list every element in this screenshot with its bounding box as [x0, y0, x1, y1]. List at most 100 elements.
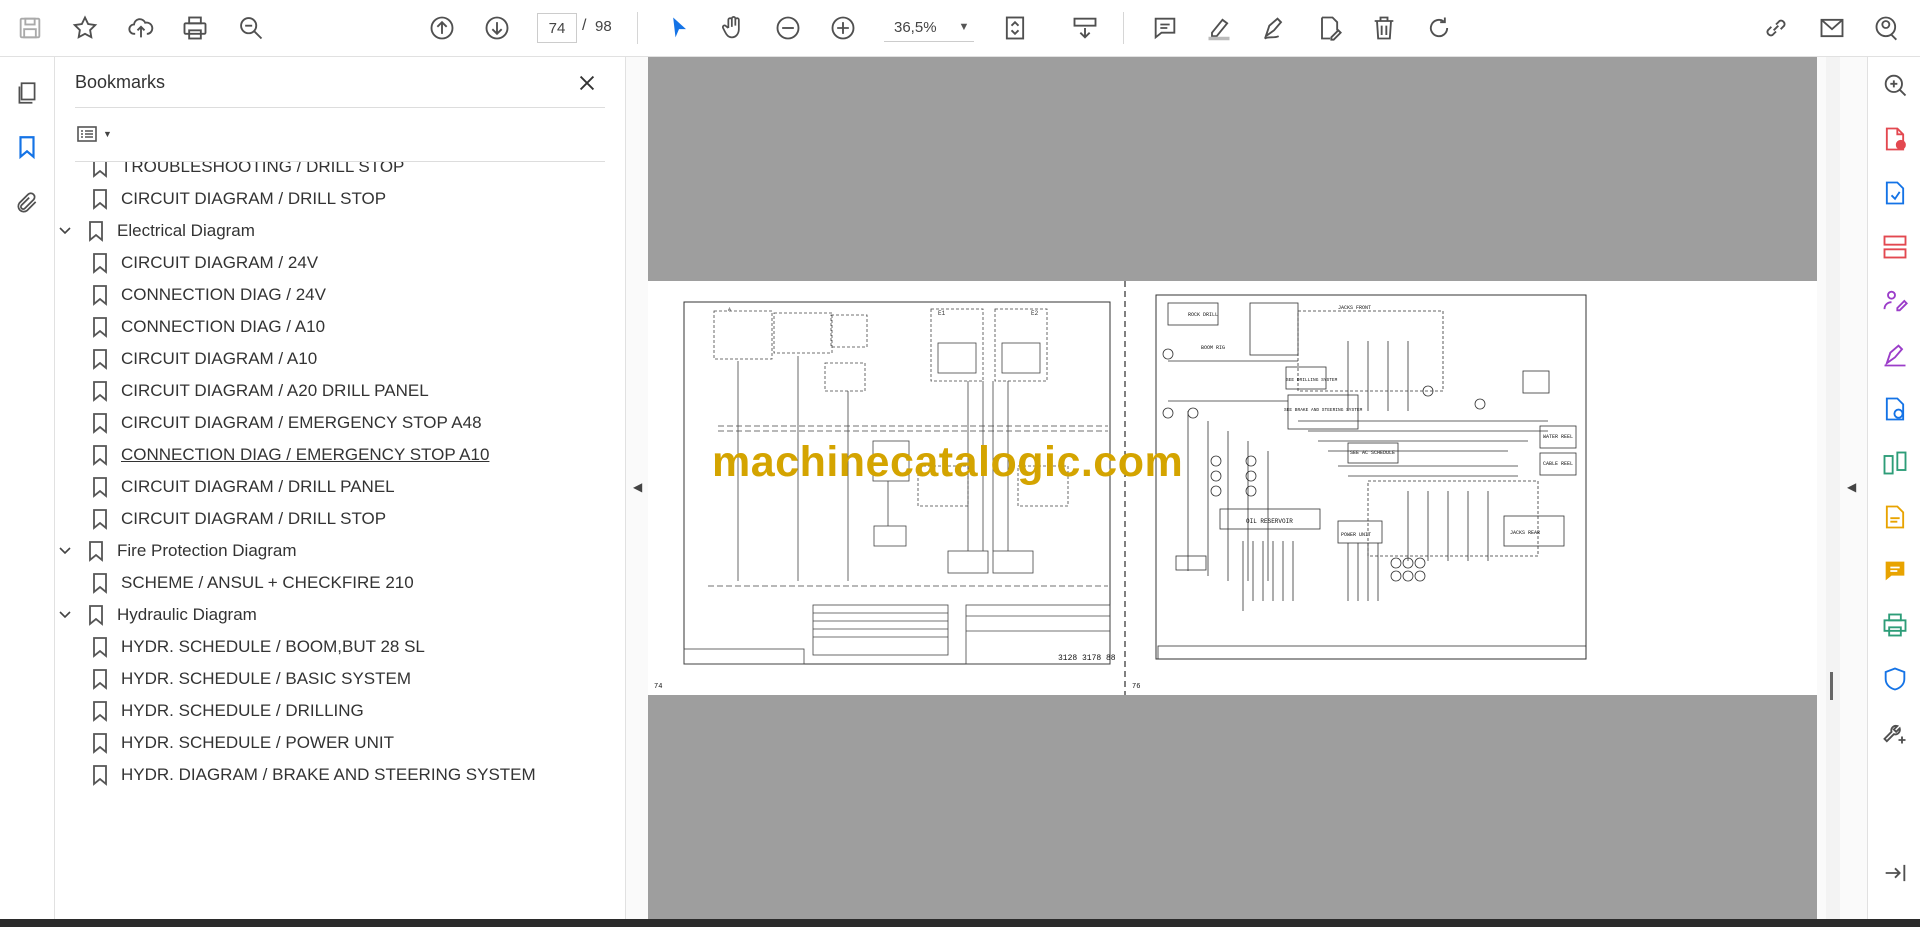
redo-icon[interactable]: [1420, 9, 1458, 47]
bookmark-label: CIRCUIT DIAGRAM / A10: [121, 349, 318, 368]
bookmark-group[interactable]: Hydraulic Diagram: [55, 598, 257, 632]
upload-cloud-icon[interactable]: [122, 9, 160, 47]
bookmark-label: CIRCUIT DIAGRAM / 24V: [121, 253, 319, 272]
close-icon[interactable]: [573, 69, 601, 97]
save-icon[interactable]: [11, 9, 49, 47]
zoom-in-icon[interactable]: [824, 9, 862, 47]
edit-pdf-icon[interactable]: [1877, 499, 1913, 535]
bookmark-item[interactable]: HYDR. DIAGRAM / BRAKE AND STEERING SYSTE…: [91, 758, 536, 792]
bookmark-label: CIRCUIT DIAGRAM / EMERGENCY STOP A48: [121, 413, 482, 432]
bookmark-label: HYDR. SCHEDULE / BASIC SYSTEM: [121, 669, 412, 688]
create-pdf-icon[interactable]: [1877, 121, 1913, 157]
bookmark-item[interactable]: CIRCUIT DIAGRAM / DRILL PANEL: [91, 470, 395, 504]
bookmark-icon: [93, 317, 107, 338]
bookmark-label: SCHEME / ANSUL + CHECKFIRE 210: [121, 573, 414, 592]
bookmark-item[interactable]: CONNECTION DIAG / 24V: [91, 278, 326, 312]
user-account-icon[interactable]: [1868, 9, 1906, 47]
send-review-icon[interactable]: [1877, 391, 1913, 427]
bookmark-label: CIRCUIT DIAGRAM / DRILL STOP: [121, 189, 387, 208]
print-production-icon[interactable]: [1877, 607, 1913, 643]
search-zoom-icon[interactable]: [232, 9, 270, 47]
export-pdf-icon[interactable]: [1877, 175, 1913, 211]
svg-text:E2: E2: [1031, 310, 1039, 317]
pdf-page-spread: A E1 E2 3128 3178 88 74 ROCK DRILL BOOM …: [648, 281, 1817, 695]
bookmark-group[interactable]: Electrical Diagram: [55, 214, 255, 248]
bookmark-item[interactable]: TROUBLESHOOTING / DRILL STOP: [91, 162, 404, 184]
chevron-down-icon[interactable]: [57, 223, 73, 239]
chevron-down-icon[interactable]: [57, 607, 73, 623]
bookmark-list: TROUBLESHOOTING / DRILL STOP CIRCUIT DIAG…: [55, 162, 600, 919]
zoom-out-icon[interactable]: [769, 9, 807, 47]
rock-drill-label: ROCK DRILL: [1188, 312, 1218, 318]
bookmark-label: CONNECTION DIAG / 24V: [121, 285, 326, 304]
zoom-level-dropdown[interactable]: 36,5% ▼: [884, 13, 974, 42]
highlight-pen-icon[interactable]: [1200, 9, 1238, 47]
organize-pages-icon[interactable]: [1877, 229, 1913, 265]
bookmark-item[interactable]: SCHEME / ANSUL + CHECKFIRE 210: [91, 566, 414, 600]
bookmark-item[interactable]: CONNECTION DIAG / EMERGENCY STOP A10: [91, 438, 489, 472]
bookmark-icon: [89, 221, 103, 242]
bookmark-item[interactable]: CIRCUIT DIAGRAM / DRILL STOP: [91, 502, 386, 536]
bookmark-item[interactable]: HYDR. SCHEDULE / BOOM,BUT 28 SL: [91, 630, 425, 664]
bookmark-label: Electrical Diagram: [117, 221, 255, 240]
share-link-icon[interactable]: [1757, 9, 1795, 47]
document-scrollbar[interactable]: [1826, 57, 1840, 919]
comment-tool-icon[interactable]: [1877, 553, 1913, 589]
protect-shield-icon[interactable]: [1877, 661, 1913, 697]
page-number-input[interactable]: 74: [537, 13, 577, 43]
bookmark-item[interactable]: CONNECTION DIAG / A10: [91, 310, 325, 344]
bookmark-icon: [93, 765, 107, 786]
bookmark-item[interactable]: HYDR. SCHEDULE / POWER UNIT: [91, 726, 394, 760]
bookmark-label: CONNECTION DIAG / A10: [121, 317, 326, 336]
bookmark-group[interactable]: Fire Protection Diagram: [55, 534, 297, 568]
previous-page-icon[interactable]: [423, 9, 461, 47]
attachments-icon[interactable]: [9, 185, 45, 221]
request-signature-icon[interactable]: [1877, 283, 1913, 319]
comment-icon[interactable]: [1146, 9, 1184, 47]
fit-page-icon[interactable]: [996, 9, 1034, 47]
toolbar-divider: [1123, 12, 1124, 44]
hand-tool-icon[interactable]: [714, 9, 752, 47]
top-toolbar: 74 / 98 36,5% ▼: [0, 0, 1920, 57]
bookmark-icon: [89, 541, 103, 562]
scroll-mode-icon[interactable]: [1066, 9, 1104, 47]
more-tools-icon[interactable]: [1877, 715, 1913, 751]
bookmark-icon: [93, 253, 107, 274]
chevron-down-icon[interactable]: [57, 543, 73, 559]
bookmark-item[interactable]: HYDR. SCHEDULE / DRILLING: [91, 694, 364, 728]
bookmark-icon: [89, 605, 103, 626]
collapse-left-panel-icon[interactable]: ◀: [633, 480, 642, 494]
next-page-icon[interactable]: [478, 9, 516, 47]
expand-right-panel-icon[interactable]: ◀: [1847, 480, 1856, 494]
print-icon[interactable]: [176, 9, 214, 47]
bookmark-item[interactable]: CIRCUIT DIAGRAM / A10: [91, 342, 317, 376]
zoom-search-icon[interactable]: [1877, 67, 1913, 103]
bookmark-icon: [93, 477, 107, 498]
bookmark-item[interactable]: HYDR. SCHEDULE / BASIC SYSTEM: [91, 662, 411, 696]
compare-files-icon[interactable]: [1877, 445, 1913, 481]
bookmarks-icon[interactable]: [9, 129, 45, 165]
email-icon[interactable]: [1813, 9, 1851, 47]
draw-pen-icon[interactable]: [1255, 9, 1293, 47]
bookmark-item[interactable]: CIRCUIT DIAGRAM / A20 DRILL PANEL: [91, 374, 429, 408]
bookmark-icon: [93, 413, 107, 434]
list-options-icon: [77, 126, 97, 142]
drilling-system-label: SEE DRILLING SYSTEM: [1286, 377, 1338, 383]
delete-icon[interactable]: [1365, 9, 1403, 47]
bookmark-item[interactable]: CIRCUIT DIAGRAM / 24V: [91, 246, 318, 280]
page-thumbnails-icon[interactable]: [9, 75, 45, 111]
select-cursor-icon[interactable]: [660, 9, 698, 47]
bookmark-options-button[interactable]: ▼: [75, 119, 121, 149]
bookmark-item[interactable]: CIRCUIT DIAGRAM / DRILL STOP: [91, 182, 386, 216]
fill-sign-icon[interactable]: [1877, 337, 1913, 373]
edit-text-icon[interactable]: [1310, 9, 1348, 47]
bookmark-icon: [93, 381, 107, 402]
collapse-tools-icon[interactable]: [1877, 855, 1913, 891]
bookmark-label: HYDR. DIAGRAM / BRAKE AND STEERING SYSTE…: [121, 765, 536, 784]
boom-rig-label: BOOM RIG: [1201, 345, 1225, 351]
left-page-number: 74: [654, 683, 662, 691]
star-icon[interactable]: [66, 9, 104, 47]
scrollbar-thumb[interactable]: [1830, 672, 1833, 700]
bookmark-label: CONNECTION DIAG / EMERGENCY STOP A10: [121, 445, 490, 464]
bookmark-item[interactable]: CIRCUIT DIAGRAM / EMERGENCY STOP A48: [91, 406, 482, 440]
